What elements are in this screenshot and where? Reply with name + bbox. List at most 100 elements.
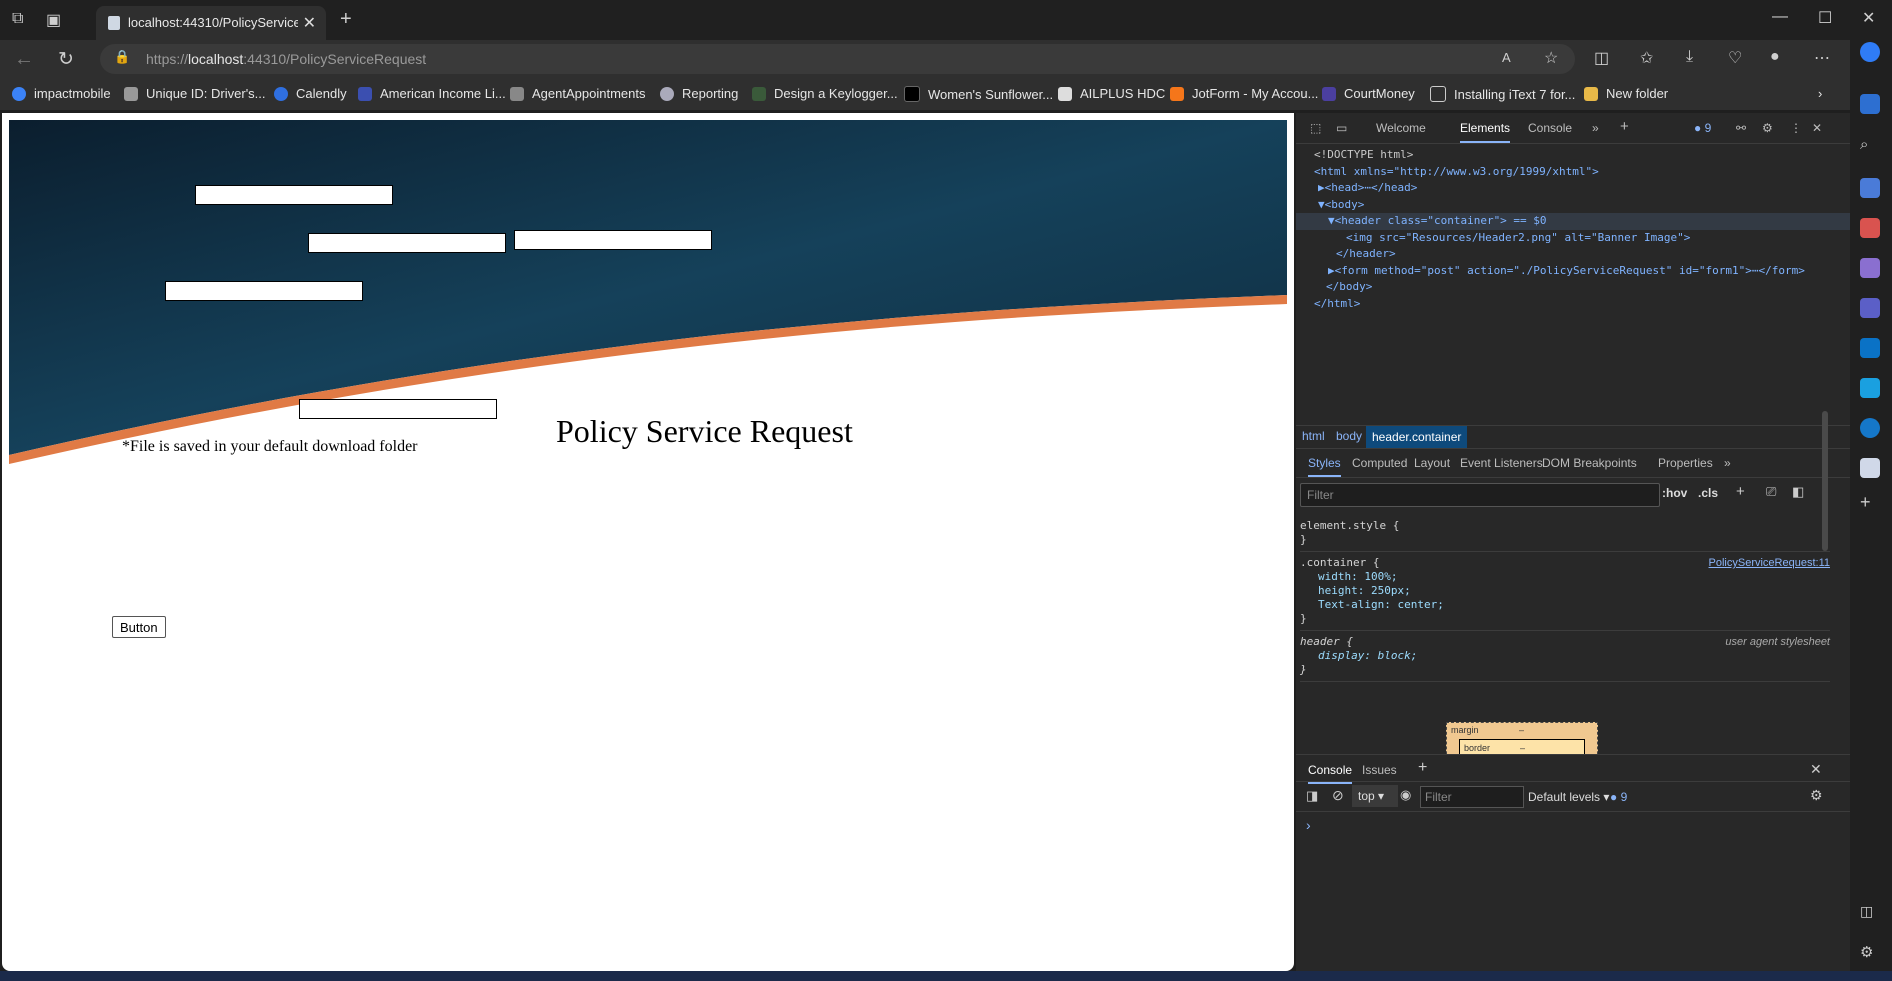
bookmark-item[interactable]: Calendly bbox=[274, 86, 347, 101]
bookmark-item[interactable]: Reporting bbox=[660, 86, 738, 101]
copilot-icon[interactable] bbox=[1860, 42, 1880, 62]
text-input[interactable] bbox=[195, 185, 393, 205]
skype-icon[interactable] bbox=[1860, 418, 1880, 438]
favorite-star-icon[interactable]: ☆ bbox=[1544, 48, 1558, 68]
outlook-icon[interactable] bbox=[1860, 338, 1880, 358]
more-subtabs-icon[interactable]: » bbox=[1724, 456, 1731, 470]
connect-icon[interactable]: ⚯ bbox=[1736, 121, 1746, 135]
console-filter-input[interactable]: Filter bbox=[1420, 786, 1524, 808]
cls-toggle[interactable]: .cls bbox=[1698, 486, 1718, 500]
close-devtools-icon[interactable]: ✕ bbox=[1812, 121, 1822, 135]
maximize-icon[interactable]: ☐ bbox=[1818, 8, 1832, 28]
favorites-icon[interactable]: ✩ bbox=[1640, 48, 1653, 68]
refresh-icon[interactable]: ↻ bbox=[58, 48, 74, 71]
tab-styles[interactable]: Styles bbox=[1308, 456, 1341, 477]
submit-button[interactable]: Button bbox=[112, 616, 166, 638]
css-property[interactable]: height: 250px; bbox=[1300, 584, 1830, 598]
dom-line[interactable]: <!DOCTYPE html> bbox=[1314, 147, 1850, 164]
breadcrumb-html[interactable]: html bbox=[1302, 429, 1325, 443]
sidebar-toggle-icon[interactable]: ◧ bbox=[1792, 484, 1804, 500]
styles-scrollbar[interactable] bbox=[1822, 411, 1828, 551]
workspaces-icon[interactable]: ⧉ bbox=[12, 10, 23, 28]
lock-icon[interactable]: 🔒 bbox=[114, 49, 130, 65]
inspect-icon[interactable]: ⬚ bbox=[1310, 121, 1321, 135]
dom-line-selected[interactable]: ▼<header class="container"> == $0 bbox=[1296, 213, 1850, 230]
shopping-icon[interactable] bbox=[1860, 178, 1880, 198]
css-property[interactable]: width: 100%; bbox=[1300, 570, 1830, 584]
read-aloud-icon[interactable]: A bbox=[1502, 50, 1511, 65]
console-sidebar-icon[interactable]: ◨ bbox=[1306, 788, 1318, 804]
url-text[interactable]: https://localhost:44310/PolicyServiceReq… bbox=[146, 51, 426, 67]
close-tab-icon[interactable]: ✕ bbox=[303, 13, 316, 33]
split-screen-icon[interactable]: ◫ bbox=[1594, 48, 1609, 68]
tab-welcome[interactable]: Welcome bbox=[1376, 121, 1426, 135]
rule-selector[interactable]: element.style { bbox=[1300, 519, 1830, 533]
rule-selector[interactable]: .container { bbox=[1300, 556, 1379, 569]
drawer-add-tab-icon[interactable]: + bbox=[1418, 759, 1427, 777]
dom-line[interactable]: ▶<form method="post" action="./PolicySer… bbox=[1314, 263, 1850, 280]
log-levels-dropdown[interactable]: Default levels ▾ bbox=[1528, 790, 1609, 804]
tab-elements[interactable]: Elements bbox=[1460, 121, 1511, 143]
css-property[interactable]: Text-align: center; bbox=[1300, 598, 1830, 612]
sidebar-app-icon[interactable] bbox=[1860, 458, 1880, 478]
sidebar-app-icon[interactable] bbox=[1860, 94, 1880, 114]
text-input[interactable] bbox=[165, 281, 363, 301]
downloads-icon[interactable]: ⤓ bbox=[1686, 48, 1693, 66]
profile-avatar[interactable]: ● bbox=[1770, 48, 1780, 66]
text-input[interactable] bbox=[308, 233, 506, 253]
console-settings-gear-icon[interactable]: ⚙ bbox=[1810, 787, 1823, 804]
dom-line[interactable]: </html> bbox=[1314, 296, 1850, 313]
dom-line[interactable]: </body> bbox=[1314, 279, 1850, 296]
dom-line[interactable]: <img src="Resources/Header2.png" alt="Ba… bbox=[1314, 230, 1850, 247]
games-icon[interactable] bbox=[1860, 258, 1880, 278]
context-selector[interactable]: top ▾ bbox=[1352, 785, 1398, 807]
clear-console-icon[interactable]: ⊘ bbox=[1332, 787, 1344, 804]
bookmark-item[interactable]: AgentAppointments bbox=[510, 86, 645, 101]
bookmark-item[interactable]: CourtMoney bbox=[1322, 86, 1415, 101]
bookmark-item[interactable]: AILPLUS HDC bbox=[1058, 86, 1165, 101]
tab-actions-icon[interactable]: ▣ bbox=[46, 10, 61, 30]
tab-dom-breakpoints[interactable]: DOM Breakpoints bbox=[1542, 456, 1637, 470]
office-icon[interactable] bbox=[1860, 298, 1880, 318]
minimize-icon[interactable]: — bbox=[1772, 8, 1788, 26]
bookmark-folder[interactable]: New folder bbox=[1584, 86, 1668, 101]
search-icon[interactable]: ⌕ bbox=[1860, 136, 1880, 156]
sidebar-settings-gear-icon[interactable]: ⚙ bbox=[1860, 943, 1880, 963]
breadcrumb-body[interactable]: body bbox=[1336, 429, 1362, 443]
drawer-tab-issues[interactable]: Issues bbox=[1362, 763, 1397, 777]
dom-line[interactable]: ▶<head>⋯</head> bbox=[1314, 180, 1850, 197]
back-icon[interactable]: ← bbox=[14, 48, 34, 71]
new-tab-icon[interactable]: + bbox=[340, 8, 352, 31]
more-menu-icon[interactable]: ⋯ bbox=[1814, 48, 1830, 68]
hide-sidebar-icon[interactable]: ◫ bbox=[1860, 903, 1880, 923]
console-issues-badge[interactable]: ● 9 bbox=[1610, 790, 1627, 804]
styles-filter-input[interactable]: Filter bbox=[1300, 483, 1660, 507]
breadcrumb-header[interactable]: header.container bbox=[1366, 426, 1468, 448]
tab-layout[interactable]: Layout bbox=[1414, 456, 1450, 470]
text-input[interactable] bbox=[514, 230, 712, 250]
add-tab-icon[interactable]: + bbox=[1620, 118, 1629, 135]
close-window-icon[interactable]: ✕ bbox=[1862, 8, 1875, 28]
tab-console[interactable]: Console bbox=[1528, 121, 1572, 135]
bookmark-item[interactable]: American Income Li... bbox=[358, 86, 506, 101]
issues-badge[interactable]: ● 9 bbox=[1694, 121, 1711, 135]
tab-computed[interactable]: Computed bbox=[1352, 456, 1407, 470]
bookmark-item[interactable]: Women's Sunflower... bbox=[904, 86, 1053, 102]
text-input[interactable] bbox=[299, 399, 497, 419]
settings-gear-icon[interactable]: ⚙ bbox=[1762, 121, 1773, 135]
rule-source-link[interactable]: PolicyServiceRequest:11 bbox=[1709, 556, 1830, 570]
paint-icon[interactable]: ⎚ bbox=[1766, 484, 1776, 500]
dom-line[interactable]: </header> bbox=[1314, 246, 1850, 263]
live-expression-eye-icon[interactable]: ◉ bbox=[1400, 787, 1411, 803]
bookmark-item[interactable]: Design a Keylogger... bbox=[752, 86, 898, 101]
hov-toggle[interactable]: :hov bbox=[1662, 486, 1687, 500]
performance-icon[interactable]: ♡ bbox=[1728, 48, 1742, 68]
more-tabs-icon[interactable]: » bbox=[1592, 121, 1599, 135]
telegram-icon[interactable] bbox=[1860, 378, 1880, 398]
dom-line[interactable]: ▼<body> bbox=[1314, 197, 1850, 214]
new-rule-icon[interactable]: + bbox=[1736, 483, 1745, 500]
bookmark-item[interactable]: impactmobile bbox=[12, 86, 111, 101]
tools-icon[interactable] bbox=[1860, 218, 1880, 238]
kebab-menu-icon[interactable]: ⋮ bbox=[1790, 121, 1802, 135]
bookmarks-overflow-icon[interactable]: › bbox=[1818, 86, 1822, 101]
